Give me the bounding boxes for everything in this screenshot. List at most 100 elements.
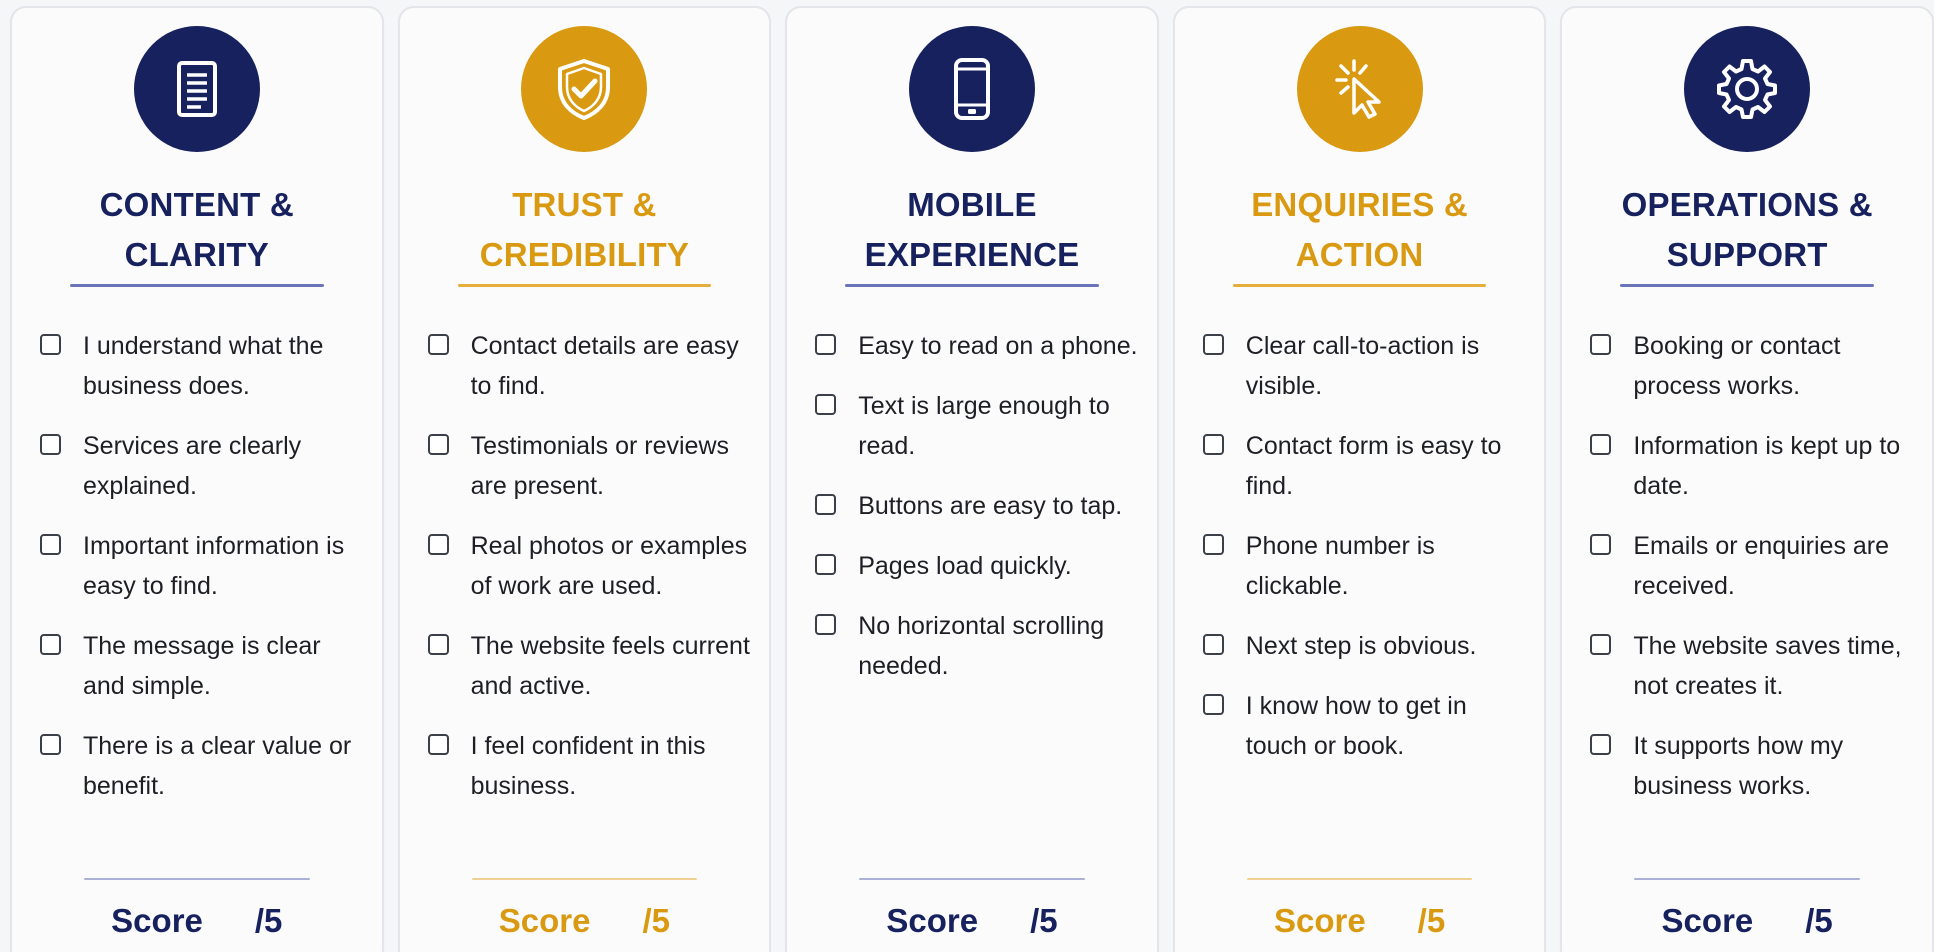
checklist-item-text: It supports how my business works. xyxy=(1633,732,1844,800)
checklist-item: I know how to get in touch or book. xyxy=(1202,686,1527,766)
checklist-item-text: Testimonials or reviews are present. xyxy=(470,432,730,500)
gear-icon xyxy=(1684,26,1811,152)
score-row: Score /5 xyxy=(400,902,770,940)
card-trust-credibility: TRUST & CREDIBILITY Contact details are … xyxy=(397,6,772,952)
card-title-line2: SUPPORT xyxy=(1666,236,1828,273)
cursor-click-icon xyxy=(1296,26,1423,152)
score-row: Score /5 xyxy=(1562,902,1932,940)
checklist-item: Real photos or examples of work are used… xyxy=(427,526,752,606)
checklist-item: Emails or enquiries are received. xyxy=(1590,526,1914,606)
checkbox[interactable] xyxy=(427,634,449,655)
score-label: Score xyxy=(886,902,979,939)
checklist-item: The message is clear and simple. xyxy=(40,626,364,706)
checkbox[interactable] xyxy=(40,634,61,655)
checkbox[interactable] xyxy=(815,494,837,515)
checklist-item: The website feels current and active. xyxy=(427,626,752,706)
checkbox[interactable] xyxy=(1202,434,1224,455)
checklist: Booking or contact process works. Inform… xyxy=(1590,326,1914,826)
checkbox[interactable] xyxy=(1202,534,1224,555)
checkbox[interactable] xyxy=(1590,534,1612,555)
score-max: /5 xyxy=(1417,902,1446,939)
checkbox[interactable] xyxy=(815,614,837,635)
title-divider xyxy=(845,284,1099,287)
card-mobile-experience: MOBILE EXPERIENCE Easy to read on a phon… xyxy=(785,6,1159,952)
checklist: Clear call-to-action is visible. Contact… xyxy=(1202,326,1527,786)
card-content-clarity: CONTENT & CLARITY I understand what the … xyxy=(10,6,384,952)
card-title-line1: OPERATIONS & xyxy=(1621,186,1873,223)
checklist-item: Booking or contact process works. xyxy=(1590,326,1914,406)
card-title-line1: MOBILE xyxy=(907,186,1037,223)
score-row: Score /5 xyxy=(1175,902,1545,940)
card-title-line1: CONTENT & xyxy=(99,186,294,223)
checkbox[interactable] xyxy=(815,394,837,415)
card-title-line2: CLARITY xyxy=(124,236,269,273)
score-label: Score xyxy=(1273,902,1366,939)
checkbox[interactable] xyxy=(427,534,449,555)
checkbox[interactable] xyxy=(815,334,837,355)
checklist-item-text: Important information is easy to find. xyxy=(83,532,345,600)
checkbox[interactable] xyxy=(40,534,61,555)
checklist-item: It supports how my business works. xyxy=(1590,726,1914,806)
checklist-item: Easy to read on a phone. xyxy=(815,326,1139,366)
score-row: Score /5 xyxy=(12,902,382,940)
checkbox[interactable] xyxy=(427,734,449,755)
checklist-item: Text is large enough to read. xyxy=(815,386,1139,466)
checklist-item-text: There is a clear value or benefit. xyxy=(83,732,352,800)
checklist-item-text: Services are clearly explained. xyxy=(83,432,302,500)
checklist-item-text: I understand what the business does. xyxy=(83,332,324,400)
checklist-item-text: Contact details are easy to find. xyxy=(470,332,739,400)
score-divider xyxy=(84,878,310,880)
title-divider xyxy=(1232,284,1487,287)
score-label: Score xyxy=(498,902,591,939)
card-operations-support: OPERATIONS & SUPPORT Booking or contact … xyxy=(1560,6,1934,952)
checklist-item: Clear call-to-action is visible. xyxy=(1202,326,1527,406)
checkbox[interactable] xyxy=(1590,334,1612,355)
score-max: /5 xyxy=(1805,902,1833,939)
checklist-item-text: Pages load quickly. xyxy=(858,552,1072,580)
checkbox[interactable] xyxy=(427,334,449,355)
checklist-item: Next step is obvious. xyxy=(1202,626,1527,666)
checkbox[interactable] xyxy=(1202,694,1224,715)
card-title-line1: TRUST & xyxy=(512,186,657,223)
checkbox[interactable] xyxy=(1590,634,1612,655)
checklist: I understand what the business does. Ser… xyxy=(40,326,364,826)
checkbox[interactable] xyxy=(40,734,61,755)
checklist-item-text: The website feels current and active. xyxy=(470,632,750,700)
card-title-line2: CREDIBILITY xyxy=(479,236,690,273)
checklist-item: Phone number is clickable. xyxy=(1202,526,1527,606)
card-title: OPERATIONS & SUPPORT xyxy=(1562,180,1932,280)
checkbox[interactable] xyxy=(1202,634,1224,655)
checklist-item: The website saves time, not creates it. xyxy=(1590,626,1914,706)
checklist-item: There is a clear value or benefit. xyxy=(40,726,364,806)
checklist-item: I understand what the business does. xyxy=(40,326,364,406)
card-title: TRUST & CREDIBILITY xyxy=(400,180,770,280)
checkbox[interactable] xyxy=(427,434,449,455)
mobile-phone-icon xyxy=(908,26,1035,152)
checklist-item-text: Clear call-to-action is visible. xyxy=(1245,332,1480,400)
checkbox[interactable] xyxy=(1202,334,1224,355)
checklist-item: No horizontal scrolling needed. xyxy=(815,606,1139,686)
checklist-item-text: The website saves time, not creates it. xyxy=(1633,632,1902,700)
score-row: Score /5 xyxy=(787,902,1157,940)
card-title: MOBILE EXPERIENCE xyxy=(787,180,1157,280)
checkbox[interactable] xyxy=(40,434,61,455)
checklist-item-text: Contact form is easy to find. xyxy=(1245,432,1502,500)
checklist-item-text: Emails or enquiries are received. xyxy=(1633,532,1890,600)
score-label: Score xyxy=(111,902,203,939)
checklist-item: Services are clearly explained. xyxy=(40,426,364,506)
checklist: Easy to read on a phone. Text is large e… xyxy=(815,326,1139,706)
checklist: Contact details are easy to find. Testim… xyxy=(427,326,752,826)
checkbox[interactable] xyxy=(1590,734,1612,755)
score-max: /5 xyxy=(254,902,283,939)
checkbox[interactable] xyxy=(815,554,837,575)
checklist-item-text: Buttons are easy to tap. xyxy=(858,492,1123,520)
checklist-item: Pages load quickly. xyxy=(815,546,1139,586)
score-label: Score xyxy=(1661,902,1754,939)
title-divider xyxy=(70,284,324,287)
checkbox[interactable] xyxy=(40,334,61,355)
checklist-item: I feel confident in this business. xyxy=(427,726,752,806)
score-max: /5 xyxy=(1030,902,1058,939)
checklist-item: Contact details are easy to find. xyxy=(427,326,752,406)
card-title-line2: ACTION xyxy=(1295,236,1424,273)
checkbox[interactable] xyxy=(1590,434,1612,455)
